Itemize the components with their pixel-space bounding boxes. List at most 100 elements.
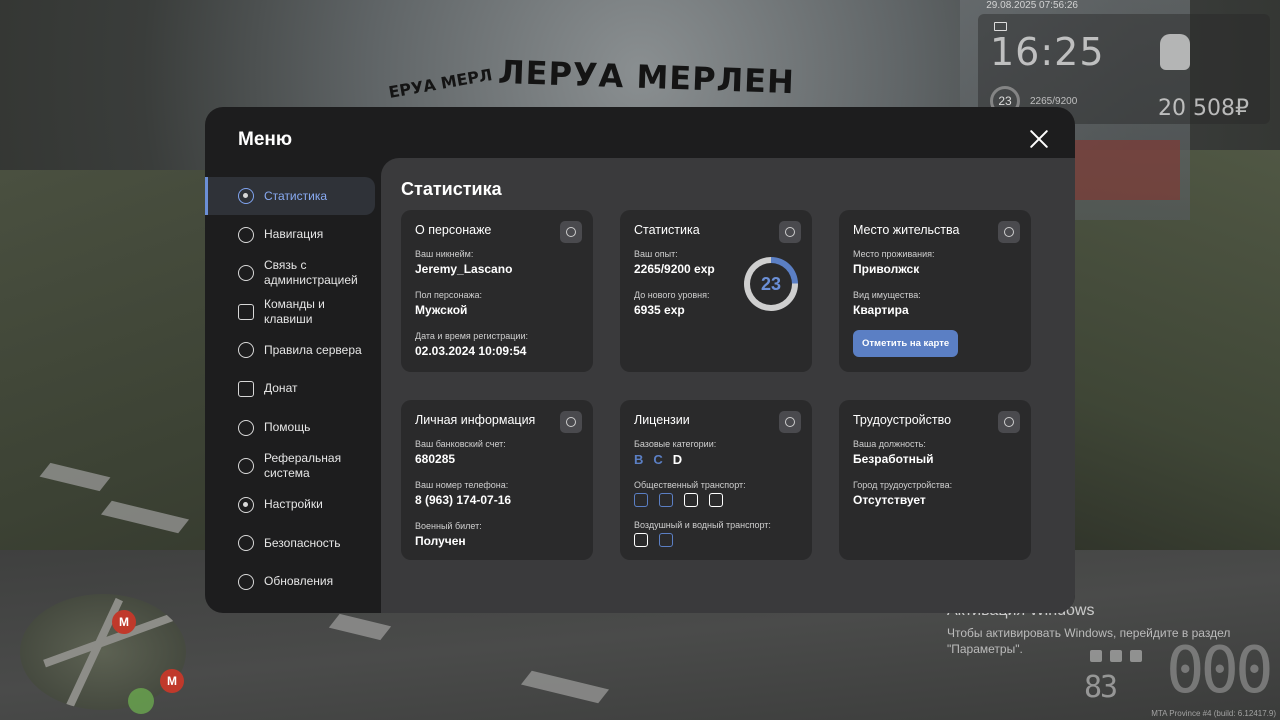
speedometer: 000: [1166, 634, 1274, 708]
field-label: Ваш никнейм:: [415, 249, 474, 259]
sidebar-item-label: Статистика: [264, 188, 328, 203]
sidebar-item-settings[interactable]: Настройки: [205, 486, 380, 524]
gender-value: Мужской: [415, 303, 468, 317]
sidebar-item-label: Обновления: [264, 574, 334, 589]
field-label: Ваша должность:: [853, 439, 926, 449]
field-label: Пол персонажа:: [415, 290, 483, 300]
sidebar-item-rules[interactable]: Правила сервера: [205, 331, 380, 369]
sidebar-item-help[interactable]: Помощь: [205, 409, 380, 447]
sidebar-item-security[interactable]: Безопасность: [205, 524, 380, 562]
sidebar-item-label: Реферальная система: [264, 451, 342, 481]
sidebar: Статистика Навигация Связь с администрац…: [205, 177, 380, 602]
character-card: О персонаже Ваш никнейм: Jeremy_Lascano …: [401, 210, 593, 372]
gear-icon: [238, 496, 254, 513]
metro-icon: М: [112, 610, 136, 634]
air-water-licenses: [634, 533, 798, 547]
field-label: Дата и время регистрации:: [415, 331, 528, 341]
licenses-card: Лицензии Базовые категории: B C D Общест…: [620, 400, 812, 560]
hud-datetime: 29.08.2025 07:56:26: [986, 0, 1078, 11]
wallet-icon: [238, 380, 254, 397]
menu-window: Меню Статистика Навигация Связь с админи…: [205, 107, 1075, 613]
card-title: Лицензии: [634, 413, 690, 427]
id-card-icon: [779, 411, 801, 433]
card-title: О персонаже: [415, 223, 492, 237]
registration-value: 02.03.2024 10:09:54: [415, 344, 527, 358]
stats-card: Статистика Ваш опыт: 2265/9200 exp До но…: [620, 210, 812, 372]
fist-icon: [1160, 34, 1190, 70]
content-panel: Статистика О персонаже Ваш никнейм: Jere…: [381, 158, 1075, 613]
sidebar-item-label: Настройки: [264, 497, 323, 512]
sidebar-item-donate[interactable]: Донат: [205, 370, 380, 408]
taxi-icon: [709, 493, 723, 507]
military-id-value: Получен: [415, 534, 466, 548]
store-sign-small: ЕРУА МЕРЛ: [387, 65, 494, 102]
field-label: Воздушный и водный транспорт:: [634, 520, 771, 530]
residence-card: Место жительства Место проживания: Приво…: [839, 210, 1031, 372]
player-marker-icon: [128, 688, 154, 714]
document-icon: [238, 303, 254, 320]
mark-on-map-button[interactable]: Отметить на карте: [853, 330, 959, 357]
license-category: C: [653, 452, 663, 467]
sidebar-item-admin-contact[interactable]: Связь с администрацией: [205, 254, 380, 292]
sidebar-item-label: Связь с администрацией: [264, 258, 358, 288]
seatbelt-icon: [1110, 650, 1122, 662]
sidebar-item-updates[interactable]: Обновления: [205, 563, 380, 601]
job-city-value: Отсутствует: [853, 493, 926, 507]
bus-icon: [634, 493, 648, 507]
license-categories: B C D: [634, 452, 798, 467]
sidebar-item-label: Донат: [264, 381, 298, 396]
minimap: [20, 594, 186, 710]
bank-account-value: 680285: [415, 452, 456, 466]
card-title: Трудоустройство: [853, 413, 952, 427]
nickname-value: Jeremy_Lascano: [415, 262, 513, 276]
close-button[interactable]: [1028, 128, 1050, 150]
headset-icon: [238, 265, 254, 282]
menu-title: Меню: [238, 129, 293, 150]
hud-money: 20 508₽: [1158, 96, 1249, 121]
compass-icon: [238, 226, 254, 243]
sidebar-item-statistics[interactable]: Статистика: [205, 177, 375, 215]
sidebar-item-navigation[interactable]: Навигация: [205, 216, 380, 254]
page-title: Статистика: [401, 179, 502, 199]
license-category: D: [672, 452, 683, 467]
fuel-value: 83: [1084, 670, 1118, 705]
card-title: Статистика: [634, 223, 700, 237]
vehicle-status-icons: [1090, 650, 1142, 662]
battery-icon: [1130, 650, 1142, 662]
check-circle-icon: [238, 573, 254, 590]
hud-level: 23: [998, 94, 1012, 108]
sidebar-item-label: Помощь: [264, 420, 311, 435]
light-icon: [1090, 650, 1102, 662]
field-label: Общественный транспорт:: [634, 480, 746, 490]
store-sign: ЛЕРУА МЕРЛЕН: [497, 52, 796, 102]
tools-icon: [998, 411, 1020, 433]
home-icon: [998, 221, 1020, 243]
level-value: 23: [750, 263, 792, 305]
field-label: Базовые категории:: [634, 439, 717, 449]
shield-icon: [238, 535, 254, 552]
personal-info-card: Личная информация Ваш банковский счет: 6…: [401, 400, 593, 560]
trolleybus-icon: [659, 493, 673, 507]
sidebar-item-label: Навигация: [264, 227, 324, 242]
field-label: Ваш номер телефона:: [415, 480, 509, 490]
sidebar-item-referral[interactable]: Реферальная система: [205, 447, 380, 485]
build-info: MTA Province #4 (build: 6.12417.9): [1151, 709, 1276, 718]
boat-icon: [659, 533, 673, 547]
network-icon: [238, 458, 254, 475]
heart-hand-icon: [238, 419, 254, 436]
license-category: B: [634, 452, 644, 467]
employment-card: Трудоустройство Ваша должность: Безработ…: [839, 400, 1031, 560]
face-icon: [560, 411, 582, 433]
hud-clock: 16:25: [990, 30, 1105, 74]
pie-chart-icon: [779, 221, 801, 243]
sidebar-item-commands[interactable]: Команды и клавиши: [205, 293, 380, 331]
user-icon: [560, 221, 582, 243]
field-label: Вид имущества:: [853, 290, 921, 300]
metro-icon: М: [160, 669, 184, 693]
sidebar-item-label: Правила сервера: [264, 342, 362, 357]
field-label: Ваш банковский счет:: [415, 439, 506, 449]
level-progress-ring: 23: [744, 257, 798, 311]
card-title: Место жительства: [853, 223, 960, 237]
plane-icon: [634, 533, 648, 547]
field-label: Место проживания:: [853, 249, 935, 259]
